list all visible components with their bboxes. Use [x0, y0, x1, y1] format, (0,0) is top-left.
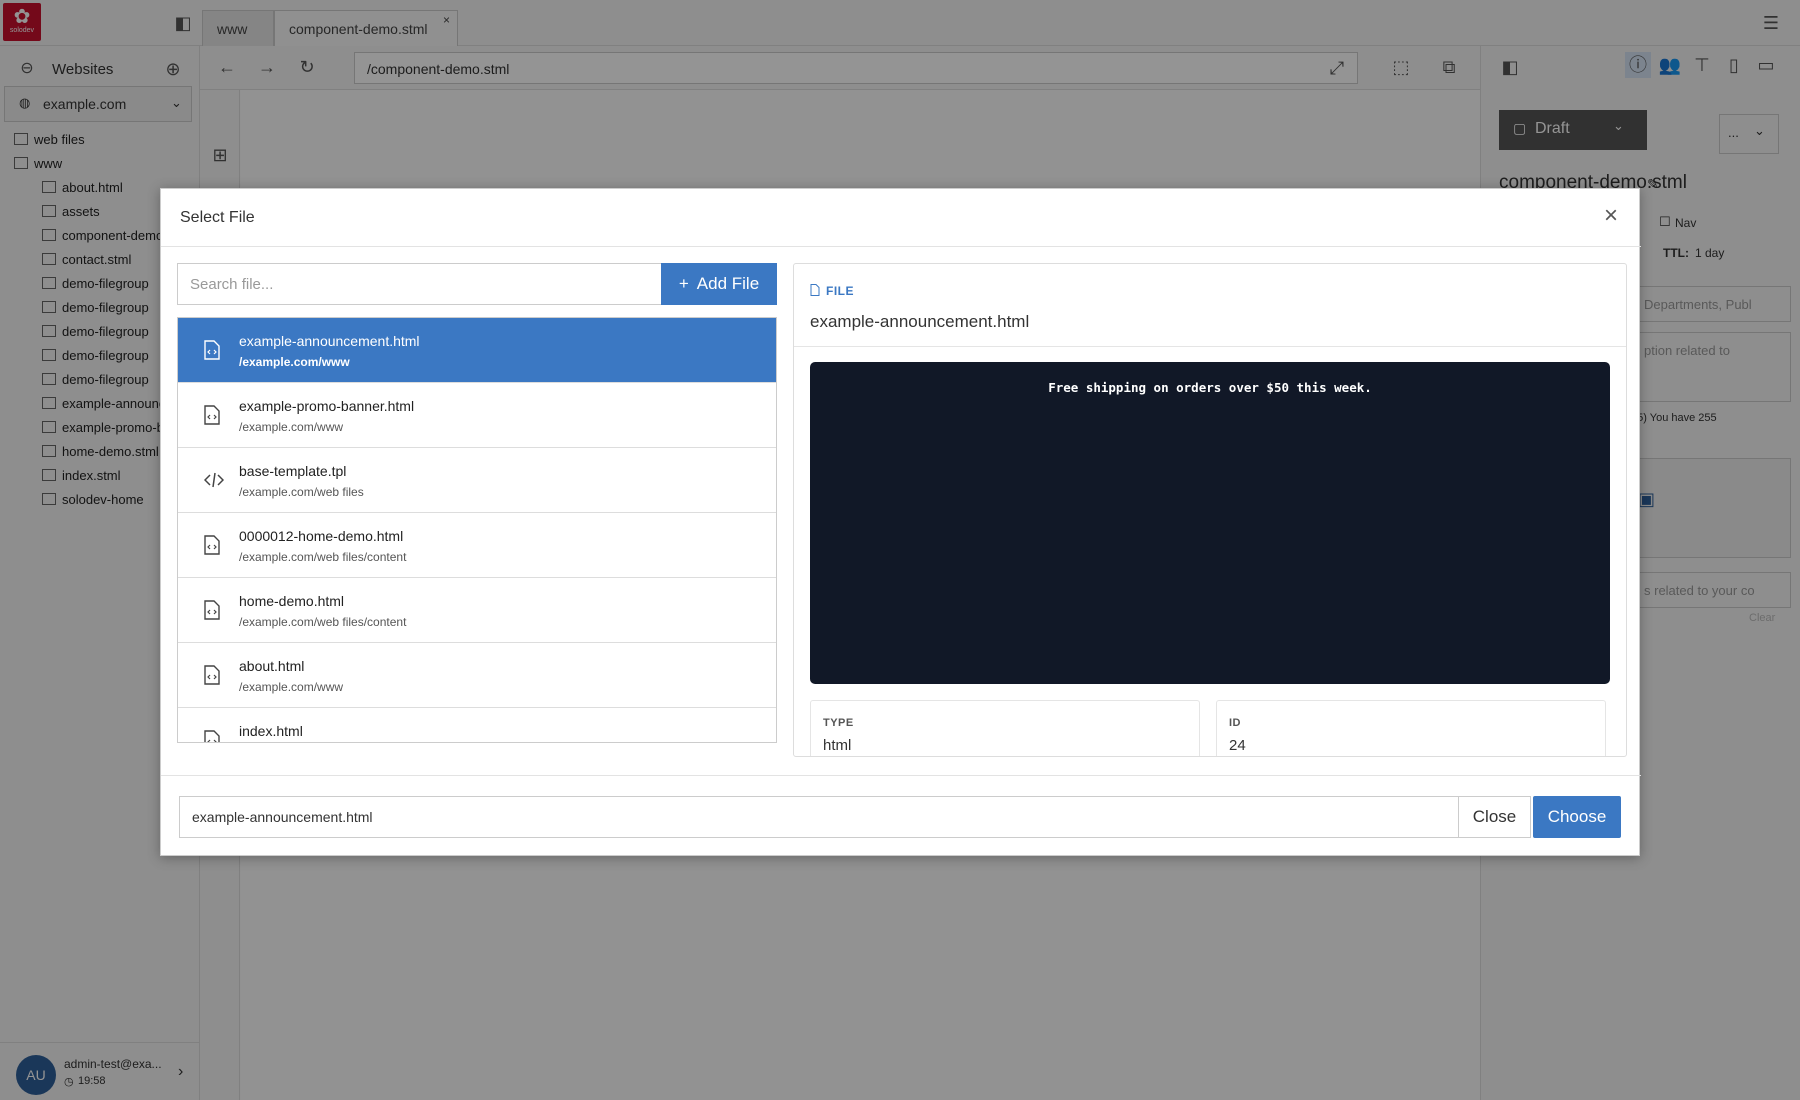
html-file-icon [204, 340, 220, 360]
file-path: /example.com/www [239, 420, 344, 434]
file-name: about.html [239, 658, 305, 674]
type-value: html [823, 737, 852, 754]
html-file-icon [204, 405, 220, 425]
modal-title: Select File [180, 209, 255, 226]
id-value: 24 [1229, 737, 1246, 754]
preview-render: Free shipping on orders over $50 this we… [810, 362, 1610, 684]
file-list: example-announcement.html/example.com/ww… [177, 317, 777, 743]
add-file-label: Add File [696, 274, 760, 293]
html-file-icon [204, 535, 220, 555]
file-name: index.html [239, 723, 303, 739]
file-path: /example.com/web files [239, 485, 364, 499]
id-label: ID [1229, 717, 1241, 729]
file-list-item[interactable]: about.html/example.com/www [178, 643, 776, 708]
file-small-icon [810, 284, 820, 299]
file-path: /example.com/web files/content [239, 615, 407, 629]
html-file-icon [204, 600, 220, 620]
html-file-icon [204, 730, 220, 742]
file-list-item[interactable]: example-promo-banner.html/example.com/ww… [178, 383, 776, 448]
search-input[interactable] [177, 263, 661, 305]
plus-icon: + [678, 274, 689, 293]
file-name: 0000012-home-demo.html [239, 528, 404, 544]
selected-file-value: example-announcement.html [192, 809, 373, 825]
code-icon [203, 470, 225, 490]
file-list-item[interactable]: example-announcement.html/example.com/ww… [178, 318, 776, 383]
file-list-item[interactable]: base-template.tpl/example.com/web files [178, 448, 776, 513]
preview-file-name: example-announcement.html [810, 312, 1030, 331]
modal-footer: example-announcement.html Close Choose [161, 775, 1641, 857]
file-path: /example.com/www [239, 355, 350, 369]
file-list-item[interactable]: index.html/example.com/web files/content [178, 708, 776, 742]
file-path: /example.com/web files/content [239, 550, 407, 564]
id-meta: ID 24 [1216, 700, 1606, 756]
add-file-button[interactable]: + Add File [661, 263, 777, 305]
file-name: base-template.tpl [239, 463, 347, 479]
file-list-item[interactable]: home-demo.html/example.com/web files/con… [178, 578, 776, 643]
modal-header: Select File × [161, 189, 1641, 247]
preview-content-text: Free shipping on orders over $50 this we… [1048, 380, 1372, 395]
file-name: home-demo.html [239, 593, 345, 609]
file-name: example-promo-banner.html [239, 398, 415, 414]
choose-button[interactable]: Choose [1533, 796, 1621, 838]
html-file-icon [204, 665, 220, 685]
file-name: example-announcement.html [239, 333, 420, 349]
file-preview-card: FILE example-announcement.html Free ship… [793, 263, 1627, 757]
file-path: /example.com/www [239, 680, 344, 694]
preview-divider [794, 346, 1626, 347]
close-icon[interactable]: × [1599, 204, 1623, 229]
select-file-modal: Select File × + Add File example-announce… [160, 188, 1641, 857]
selected-file-field[interactable]: example-announcement.html [179, 796, 1459, 838]
close-button[interactable]: Close [1459, 796, 1531, 838]
file-list-item[interactable]: 0000012-home-demo.html/example.com/web f… [178, 513, 776, 578]
type-label: TYPE [823, 717, 854, 729]
preview-label: FILE [826, 284, 854, 298]
type-meta: TYPE html [810, 700, 1200, 756]
